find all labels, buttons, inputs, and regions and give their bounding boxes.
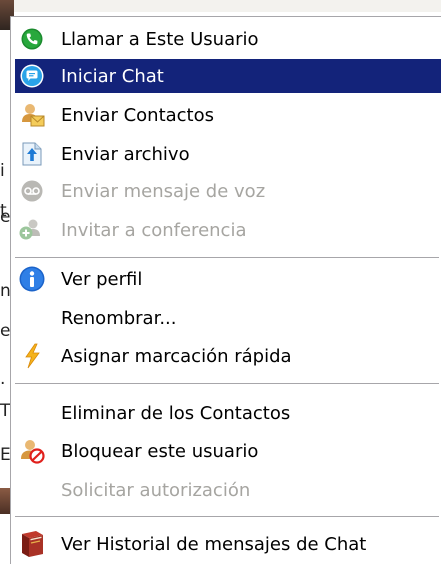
block-user-icon bbox=[17, 434, 47, 468]
menu-item-label: Invitar a conferencia bbox=[61, 219, 247, 241]
phone-icon bbox=[17, 22, 47, 56]
empty-icon-slot bbox=[17, 301, 47, 335]
menu-item-remove-contact[interactable]: Eliminar de los Contactos bbox=[11, 396, 439, 430]
menu-item-label: Llamar a Este Usuario bbox=[61, 28, 259, 50]
empty-icon-slot bbox=[17, 396, 47, 430]
menu-item-request-authorization[interactable]: Solicitar autorización bbox=[11, 473, 439, 507]
menu-item-label: Solicitar autorización bbox=[61, 479, 251, 501]
menu-separator bbox=[15, 257, 439, 259]
menu-item-rename[interactable]: Renombrar... bbox=[11, 301, 439, 335]
menu-item-view-profile[interactable]: Ver perfil bbox=[11, 262, 439, 296]
menu-item-label: Enviar archivo bbox=[61, 143, 190, 165]
menu-item-send-file[interactable]: Enviar archivo bbox=[11, 137, 439, 171]
send-file-icon bbox=[17, 137, 47, 171]
menu-item-view-chat-history[interactable]: Ver Historial de mensajes de Chat bbox=[11, 527, 439, 561]
menu-item-label: Enviar Contactos bbox=[61, 104, 215, 126]
background-text: T bbox=[0, 401, 11, 421]
background-text: e bbox=[0, 321, 11, 341]
menu-item-invite-conference[interactable]: Invitar a conferencia bbox=[11, 213, 439, 247]
menu-item-label: Enviar mensaje de voz bbox=[61, 180, 266, 202]
menu-item-label: Eliminar de los Contactos bbox=[61, 402, 291, 424]
menu-item-label: Renombrar... bbox=[61, 307, 177, 329]
menu-item-label: Ver Historial de mensajes de Chat bbox=[61, 533, 367, 555]
menu-separator bbox=[15, 383, 439, 385]
menu-item-label: Asignar marcación rápida bbox=[61, 345, 292, 367]
background-text: e bbox=[0, 207, 11, 227]
background-top-strip bbox=[0, 0, 441, 12]
conference-icon bbox=[17, 213, 47, 247]
menu-item-label: Bloquear este usuario bbox=[61, 440, 259, 462]
history-book-icon bbox=[17, 527, 47, 561]
menu-item-label: Iniciar Chat bbox=[61, 65, 164, 87]
menu-separator bbox=[15, 516, 439, 518]
empty-icon-slot bbox=[17, 473, 47, 507]
menu-item-label: Ver perfil bbox=[61, 268, 143, 290]
voicemail-icon bbox=[17, 174, 47, 208]
menu-item-assign-speed-dial[interactable]: Asignar marcación rápida bbox=[11, 339, 439, 373]
menu-item-send-contacts[interactable]: Enviar Contactos bbox=[11, 98, 439, 132]
send-contacts-icon bbox=[17, 98, 47, 132]
info-icon bbox=[17, 262, 47, 296]
contact-context-menu: Llamar a Este Usuario Iniciar Chat Envia… bbox=[10, 16, 441, 564]
background-text: . bbox=[0, 369, 6, 389]
menu-item-block-user[interactable]: Bloquear este usuario bbox=[11, 434, 439, 468]
chat-bubble-icon bbox=[17, 59, 47, 93]
menu-item-call-user[interactable]: Llamar a Este Usuario bbox=[11, 22, 439, 56]
lightning-icon bbox=[17, 339, 47, 373]
menu-item-start-chat[interactable]: Iniciar Chat bbox=[15, 59, 441, 93]
background-text: i bbox=[0, 161, 5, 181]
menu-item-send-voice-message[interactable]: Enviar mensaje de voz bbox=[11, 174, 439, 208]
